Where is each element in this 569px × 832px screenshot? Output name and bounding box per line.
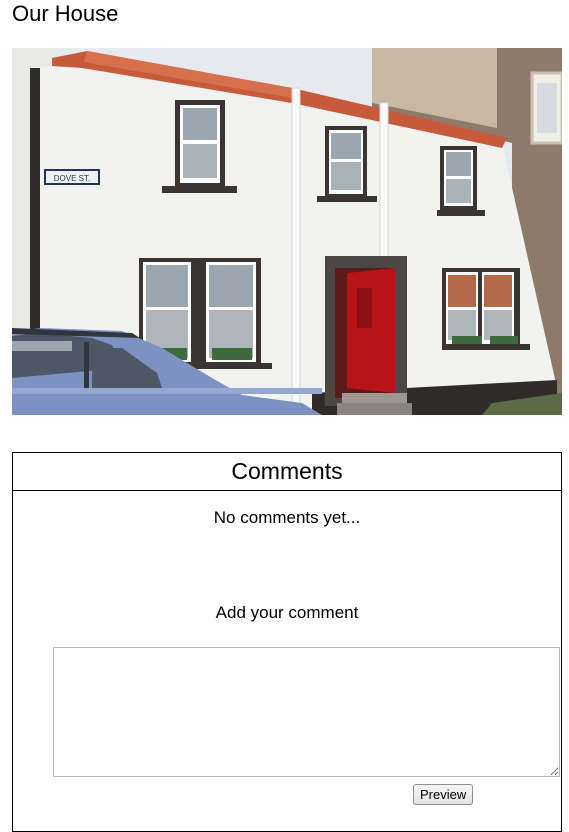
add-comment-label: Add your comment	[215, 603, 359, 622]
house-photo-image: DOVE ST.	[12, 48, 562, 415]
no-comments-message: No comments yet...	[213, 508, 361, 527]
house-photo: DOVE ST.	[12, 48, 562, 415]
comment-textarea[interactable]	[53, 647, 560, 777]
street-sign-text: DOVE ST.	[54, 174, 90, 183]
comments-heading: Comments	[13, 453, 561, 491]
comments-panel: Comments No comments yet... Add your com…	[12, 452, 562, 832]
page-title: Our House	[12, 1, 119, 26]
preview-button[interactable]: Preview	[413, 784, 474, 805]
